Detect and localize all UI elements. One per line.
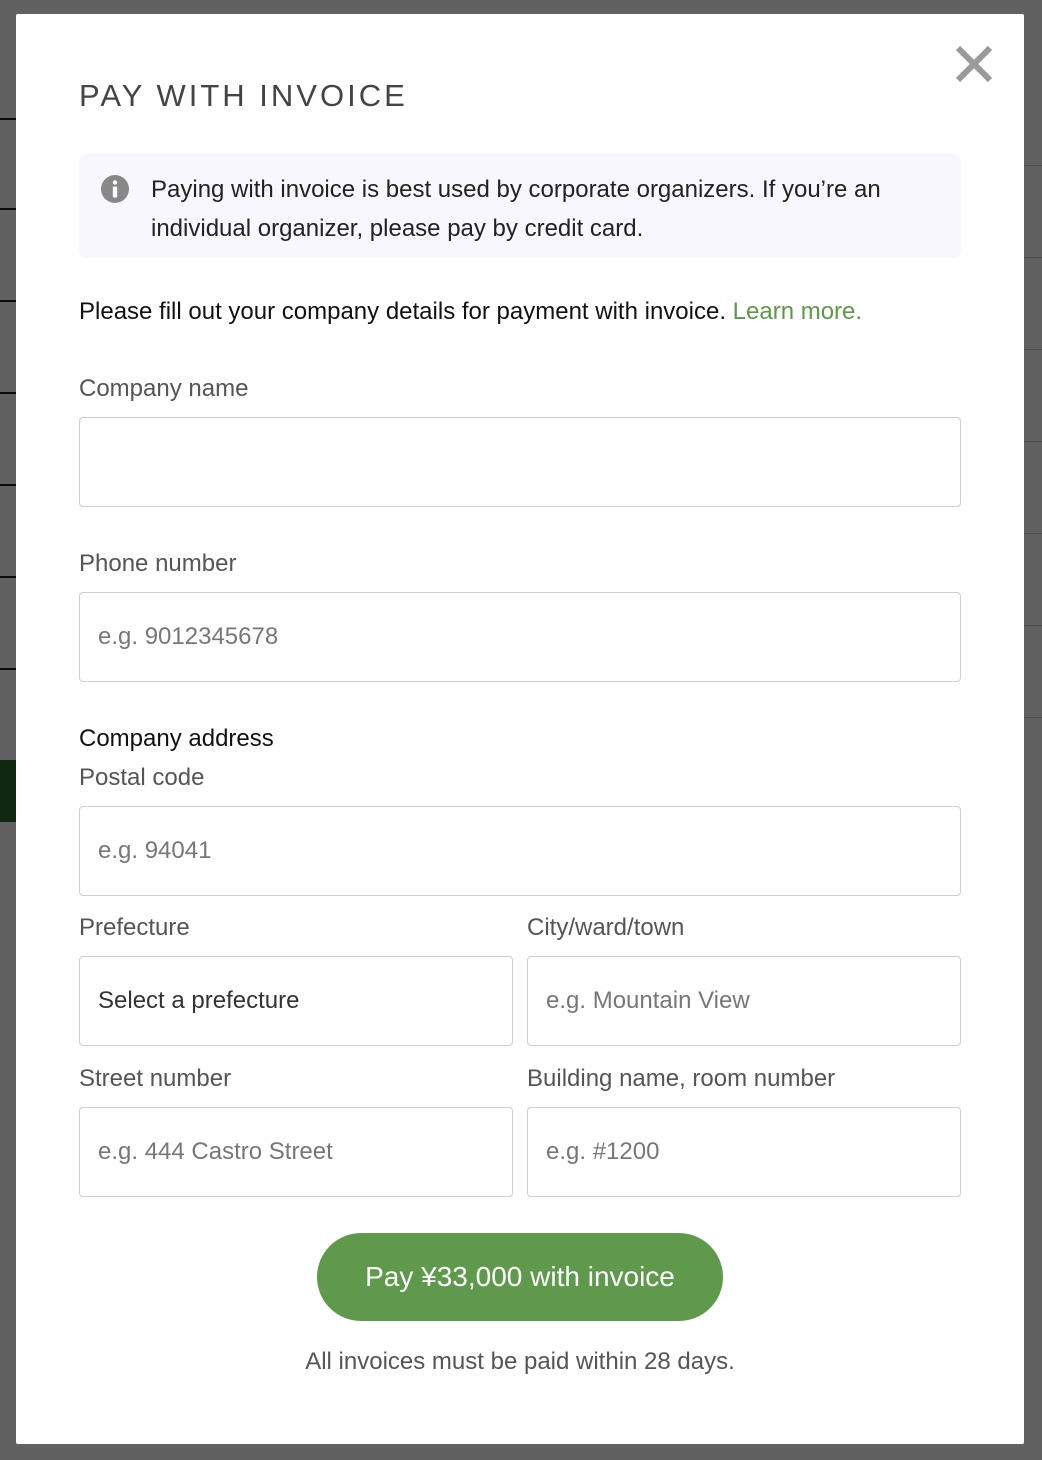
phone-number-input[interactable]: [79, 592, 961, 682]
city-input[interactable]: [527, 956, 961, 1046]
company-address-heading: Company address: [79, 725, 274, 752]
prefecture-select[interactable]: Select a prefecture: [79, 956, 513, 1046]
building-label: Building name, room number: [527, 1065, 836, 1092]
postal-code-label: Postal code: [79, 764, 205, 791]
intro-message: Please fill out your company details for…: [79, 298, 726, 325]
company-name-input[interactable]: [79, 417, 961, 507]
company-name-label: Company name: [79, 375, 249, 402]
city-label: City/ward/town: [527, 914, 685, 941]
learn-more-link[interactable]: Learn more.: [733, 298, 862, 325]
info-text: Paying with invoice is best used by corp…: [151, 176, 881, 242]
pay-with-invoice-button[interactable]: Pay ¥33,000 with invoice: [317, 1233, 723, 1321]
prefecture-label: Prefecture: [79, 914, 190, 941]
street-number-input[interactable]: [79, 1107, 513, 1197]
modal-title: PAY WITH INVOICE: [79, 78, 408, 113]
prefecture-selected-value: Select a prefecture: [98, 987, 300, 1014]
street-number-label: Street number: [79, 1065, 232, 1092]
pay-with-invoice-modal: PAY WITH INVOICE Paying with invoice is …: [16, 14, 1024, 1444]
postal-code-input[interactable]: [79, 806, 961, 896]
phone-number-label: Phone number: [79, 550, 237, 577]
invoice-terms-note: All invoices must be paid within 28 days…: [305, 1348, 735, 1375]
info-notice: Paying with invoice is best used by corp…: [79, 154, 961, 258]
intro-text: Please fill out your company details for…: [79, 298, 862, 326]
close-icon[interactable]: [952, 42, 996, 86]
building-input[interactable]: [527, 1107, 961, 1197]
info-icon: [100, 174, 130, 204]
